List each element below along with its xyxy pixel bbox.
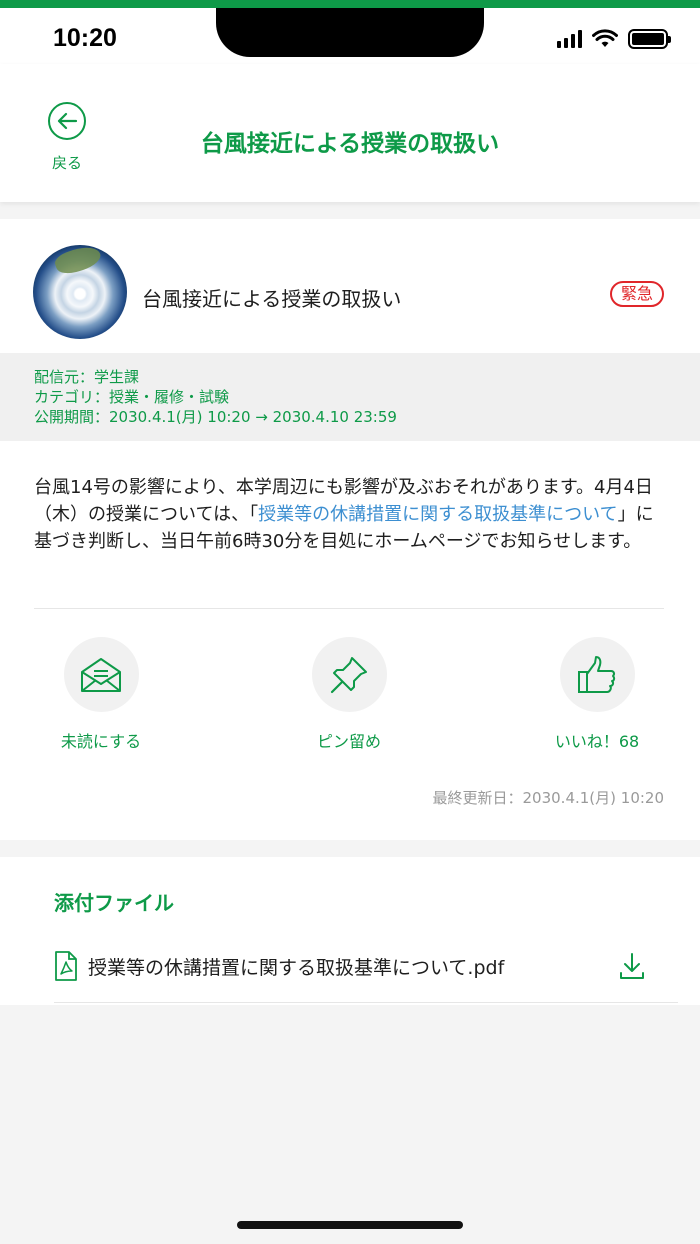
notice-meta: 配信元：学生課 カテゴリ：授業・履修・試験 公開期間：2030.4.1(月) 1… [0, 353, 700, 441]
device-notch [216, 8, 484, 57]
signal-icon [557, 30, 582, 48]
status-time: 10:20 [53, 24, 117, 52]
download-icon[interactable] [618, 951, 646, 981]
notice-category: カテゴリ：授業・履修・試験 [34, 388, 230, 406]
regulation-link[interactable]: 授業等の休講措置に関する取扱基準について [258, 504, 617, 525]
attachment-file-row[interactable]: 授業等の休講措置に関する取扱基準について.pdf [54, 947, 678, 1003]
notice-body: 台風14号の影響により、本学周辺にも影響が及ぶおそれがあります。4月4日（木）の… [34, 474, 670, 555]
like-button[interactable]: いいね！68 [527, 637, 667, 752]
pin-icon [311, 637, 387, 712]
battery-icon [628, 29, 671, 49]
envelope-icon [63, 637, 139, 712]
notice-period: 公開期間：2030.4.1(月) 10:20 → 2030.4.10 23:59 [34, 408, 397, 426]
attachments-section: 添付ファイル 授業等の休講措置に関する取扱基準について.pdf [0, 857, 700, 1005]
mark-unread-button[interactable]: 未読にする [31, 637, 171, 752]
wifi-icon [592, 29, 618, 47]
last-updated: 最終更新日：2030.4.1(月) 10:20 [432, 789, 665, 807]
pin-label: ピン留め [316, 732, 381, 751]
like-label: いいね！68 [554, 732, 640, 751]
status-bar: 10:20 [0, 8, 700, 64]
urgent-badge: 緊急 [610, 281, 664, 307]
pin-button[interactable]: ピン留め [279, 637, 419, 752]
app-header: 戻る 台風接近による授業の取扱い [0, 64, 700, 202]
notice-sender: 配信元：学生課 [34, 368, 140, 386]
attachment-file-name: 授業等の休講措置に関する取扱基準について.pdf [88, 957, 505, 979]
status-icons [557, 28, 671, 50]
home-indicator [237, 1221, 463, 1229]
divider [34, 608, 664, 609]
notice-card: 台風接近による授業の取扱い 緊急 配信元：学生課 カテゴリ：授業・履修・試験 公… [0, 219, 700, 840]
top-accent-bar [0, 0, 700, 8]
page-title: 台風接近による授業の取扱い [200, 131, 500, 157]
mark-unread-label: 未読にする [60, 732, 142, 751]
thumbs-up-icon [559, 637, 635, 712]
attachments-title: 添付ファイル [54, 891, 174, 915]
pdf-file-icon [55, 951, 77, 981]
typhoon-thumbnail [33, 245, 127, 339]
notice-title: 台風接近による授業の取扱い [142, 287, 402, 311]
